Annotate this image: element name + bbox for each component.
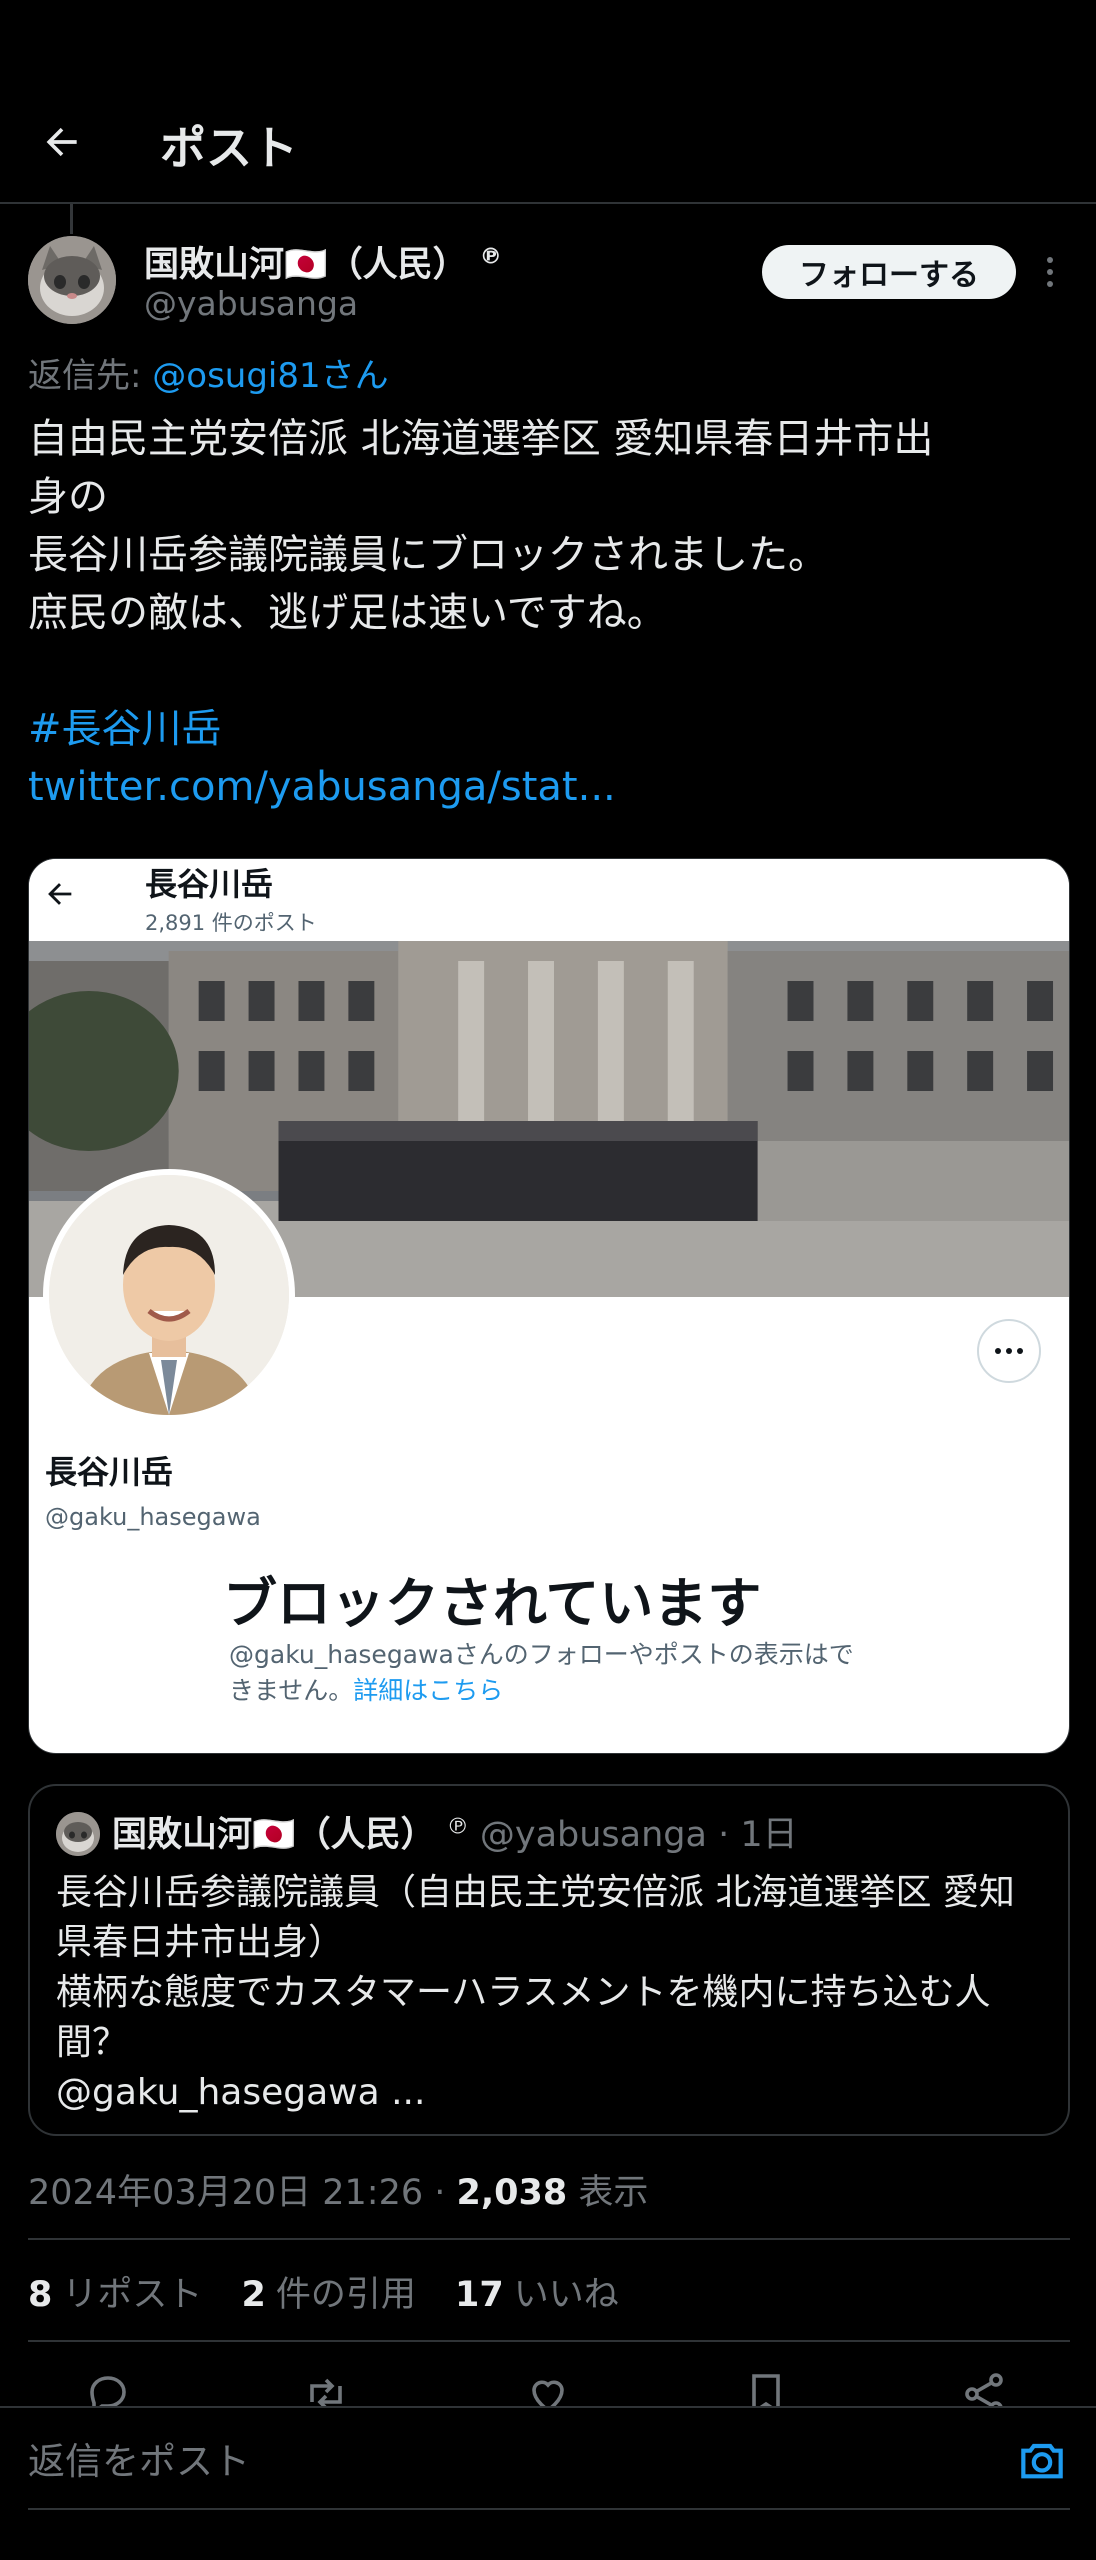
views-count: 2,038: [456, 2173, 568, 2213]
reposts-stat[interactable]: 8 リポスト: [28, 2275, 202, 2315]
bookmark-button[interactable]: [742, 2370, 790, 2408]
engagement-stats: 8 リポスト 2 件の引用 17 いいね: [28, 2266, 647, 2317]
reply-icon: [90, 2376, 126, 2408]
reply-to-mention[interactable]: @osugi81さん: [152, 356, 388, 396]
author-name[interactable]: 国敗山河🇯🇵（人民） ℗: [144, 236, 502, 287]
repost-button[interactable]: [302, 2370, 350, 2408]
learn-more-link: 詳細はこちら: [353, 1676, 504, 1705]
author-avatar[interactable]: [28, 236, 116, 324]
reply-to-line: 返信先: @osugi81さん: [28, 356, 389, 396]
quoted-text-line: 県春日井市出身）: [56, 1922, 345, 1963]
url-link[interactable]: twitter.com/yabusanga/stat...: [28, 758, 1068, 816]
divider: [28, 2340, 1070, 2342]
media-post-count: 2,891 件のポスト: [145, 911, 317, 935]
like-button[interactable]: [524, 2370, 572, 2408]
media-more-button: [977, 1319, 1041, 1383]
quoted-tweet[interactable]: 国敗山河🇯🇵（人民） ℗ @yabusanga · 1日 長谷川岳参議院議員（自…: [28, 1784, 1070, 2136]
divider: [28, 2238, 1070, 2240]
action-bar: [0, 2364, 1096, 2408]
cat-avatar-image: [28, 236, 116, 324]
media-profile-header: 長谷川岳 2,891 件のポスト: [29, 859, 1069, 941]
tweet-text-line: 自由民主党安倍派 北海道選挙区 愛知県春日井市出: [28, 416, 934, 462]
follow-button[interactable]: フォローする: [762, 245, 1016, 299]
quoted-text-line: 長谷川岳参議院議員（自由民主党安倍派 北海道選挙区 愛知: [56, 1872, 1015, 1913]
media-display-name: 長谷川岳: [45, 1453, 174, 1491]
blocked-description: @gaku_hasegawaさんのフォローやポストの表示はで きません。詳細はこ…: [229, 1640, 854, 1705]
top-app-bar: ポスト: [0, 0, 1096, 204]
share-button[interactable]: [960, 2370, 1008, 2408]
tweet-text-line: 庶民の敵は、逃げ足は速いですね。: [28, 590, 667, 636]
tweet-text-line: 身の: [28, 474, 108, 520]
back-button[interactable]: [30, 110, 94, 174]
tweet-text-line: 長谷川岳参議院議員にブロックされました。: [28, 532, 828, 578]
post-timestamp: 2024年03月20日 21:26 · 2,038 表示: [28, 2173, 649, 2213]
media-handle: @gaku_hasegawa: [45, 1503, 261, 1531]
likes-stat[interactable]: 17 いいね: [455, 2275, 619, 2315]
camera-icon: [1021, 2443, 1063, 2479]
heart-icon: [532, 2380, 564, 2408]
media-profile-name: 長谷川岳: [145, 865, 274, 903]
reply-underline: [28, 2508, 1070, 2510]
repost-icon: [310, 2378, 342, 2408]
camera-button[interactable]: [1014, 2432, 1070, 2488]
reply-composer: [0, 2406, 1096, 2560]
arrow-left-icon: [46, 127, 77, 157]
bookmark-icon: [752, 2374, 780, 2408]
quoted-text-line: @gaku_hasegawa ...: [56, 2072, 426, 2113]
page-title: ポスト: [160, 121, 298, 175]
more-icon: [1047, 257, 1053, 263]
arrow-left-icon: [48, 883, 72, 905]
quoted-header: 国敗山河🇯🇵（人民） ℗ @yabusanga · 1日: [112, 1806, 798, 1857]
more-options-button[interactable]: [1030, 250, 1070, 294]
quoted-meta: @yabusanga · 1日: [479, 1815, 798, 1855]
thread-connector: [70, 204, 73, 234]
hashtag-link[interactable]: #長谷川岳: [28, 700, 1068, 758]
quoted-text: 長谷川岳参議院議員（自由民主党安倍派 北海道選挙区 愛知 県春日井市出身） 横柄…: [56, 1868, 1056, 2118]
blocked-title: ブロックされています: [223, 1572, 762, 1635]
reply-input[interactable]: [28, 2440, 948, 2483]
quotes-stat[interactable]: 2 件の引用: [242, 2275, 416, 2315]
attached-image[interactable]: 長谷川岳 2,891 件のポスト 長谷川岳 @gaku_hasegawa ブロッ…: [28, 858, 1070, 1754]
quoted-text-line: 横柄な態度でカスタマーハラスメントを機内に持ち込む人: [56, 1972, 991, 2013]
quoted-author-badge: ℗: [446, 1814, 469, 1840]
media-profile-avatar: [43, 1169, 295, 1421]
author-handle[interactable]: @yabusanga: [144, 284, 358, 323]
reply-button[interactable]: [84, 2370, 132, 2408]
quoted-text-line: 間？: [56, 2022, 129, 2063]
quoted-author-avatar: [56, 1812, 100, 1856]
quoted-author-name: 国敗山河🇯🇵（人民）: [112, 1815, 436, 1855]
share-icon: [965, 2373, 1003, 2408]
tweet-body: 自由民主党安倍派 北海道選挙区 愛知県春日井市出 身の 長谷川岳参議院議員にブロ…: [28, 410, 1068, 816]
author-badge: ℗: [479, 244, 502, 270]
